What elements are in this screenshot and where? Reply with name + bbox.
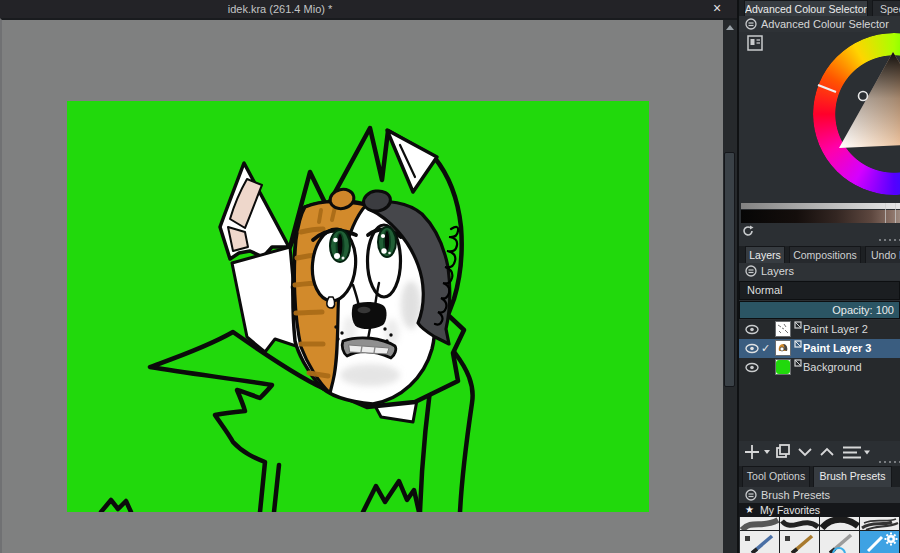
layer-badge-icon [794, 321, 802, 329]
triangle-cursor [859, 92, 868, 101]
brush-preset[interactable] [820, 531, 860, 553]
brush-preset[interactable] [740, 517, 780, 531]
properties-dropdown-icon[interactable] [864, 451, 870, 455]
docker-lock-icon [745, 18, 757, 30]
blend-mode-select[interactable]: Normal [739, 281, 900, 300]
shade-strip-light[interactable] [741, 203, 900, 209]
layer-row[interactable]: Background [739, 358, 900, 377]
brush-preset[interactable] [780, 517, 820, 531]
canvas-viewport[interactable] [0, 18, 723, 553]
visibility-eye-icon[interactable] [745, 343, 759, 354]
brush-preset-selected[interactable] [860, 531, 900, 553]
layer-thumbnail[interactable] [775, 359, 791, 375]
move-layer-down-icon[interactable] [799, 449, 811, 455]
brush-preset[interactable] [740, 531, 780, 553]
layer-badge-icon [794, 340, 802, 348]
add-layer-icon[interactable] [745, 445, 759, 459]
splitter-handle[interactable] [879, 239, 900, 241]
scrollbar-thumb[interactable] [724, 152, 735, 387]
layers-docker-header: Layers [739, 263, 900, 280]
canvas-artwork[interactable] [67, 101, 649, 512]
tab-tool-options[interactable]: Tool Options [742, 466, 810, 487]
layer-name: Background [803, 361, 862, 373]
strip-marker [885, 203, 886, 223]
window-title: idek.kra (261.4 Mio) * [160, 3, 400, 15]
layer-thumbnail[interactable] [775, 321, 791, 337]
visibility-eye-icon[interactable] [745, 324, 759, 335]
move-layer-up-icon[interactable] [821, 449, 833, 455]
brush-docker-header: Brush Presets [739, 487, 900, 503]
tab-undo-history[interactable]: Undo History [865, 246, 900, 263]
layer-name: Paint Layer 3 [803, 342, 871, 354]
layers-docker-tabbar: Layers Compositions Undo History [739, 246, 900, 263]
ring-cursor [818, 85, 836, 92]
checkmark-icon: ✓ [761, 342, 770, 355]
layer-properties-icon[interactable] [843, 448, 861, 458]
visibility-eye-icon[interactable] [745, 362, 759, 373]
title-bar[interactable]: idek.kra (261.4 Mio) * × [0, 0, 737, 18]
layer-thumbnail[interactable] [775, 340, 791, 356]
artwork-drawing [67, 101, 649, 512]
brush-preset[interactable] [780, 531, 820, 553]
shade-strip-dark[interactable] [741, 210, 900, 223]
duplicate-layer-icon2[interactable] [780, 445, 789, 454]
layer-row[interactable]: Paint Layer 2 [739, 320, 900, 339]
right-dock-panel: Advanced Colour Selector Specific Color … [737, 0, 900, 553]
color-docker-title: Advanced Colour Selector [761, 18, 889, 30]
tab-compositions[interactable]: Compositions [789, 246, 861, 263]
layer-badge-icon [794, 359, 802, 367]
add-layer-dropdown-icon[interactable] [764, 450, 770, 454]
tab-advanced-colour-selector[interactable]: Advanced Colour Selector [744, 0, 868, 16]
color-docker-header: Advanced Colour Selector [739, 16, 900, 32]
layer-list: Paint Layer 2 ✓ [739, 320, 900, 441]
brush-preset-grid [739, 517, 900, 553]
opacity-slider[interactable]: Opacity: 100 [739, 301, 900, 319]
color-docker-tabbar: Advanced Colour Selector Specific Color … [739, 0, 900, 16]
docker-lock-icon [745, 489, 757, 501]
brush-tag-select[interactable]: ★ My Favorites [739, 503, 900, 517]
scroll-up-icon[interactable] [726, 25, 734, 30]
docker-lock-icon [745, 265, 757, 277]
brush-docker-tabbar: Tool Options Brush Presets [739, 466, 900, 487]
brush-preset[interactable] [860, 517, 900, 531]
strip-marker [895, 203, 896, 223]
layer-row-selected[interactable]: ✓ Paint Layer 3 [739, 339, 900, 358]
star-icon: ★ [745, 504, 754, 515]
tab-specific-color-selector[interactable]: Specific Color Selector [872, 0, 900, 16]
layers-docker-title: Layers [761, 265, 794, 277]
color-triangle[interactable] [813, 33, 900, 195]
tab-layers[interactable]: Layers [745, 246, 785, 263]
brush-tag-label: My Favorites [760, 504, 820, 516]
splitter-handle[interactable] [879, 461, 900, 463]
tab-brush-presets[interactable]: Brush Presets [813, 466, 892, 487]
refresh-icon[interactable] [741, 224, 755, 238]
selector-settings-icon[interactable] [747, 35, 763, 51]
canvas-vscrollbar[interactable] [723, 18, 737, 553]
layer-name: Paint Layer 2 [803, 323, 868, 335]
layer-toolbar [739, 441, 900, 465]
close-button[interactable]: × [704, 0, 730, 18]
brush-docker-title: Brush Presets [761, 489, 830, 501]
brush-preset[interactable] [820, 517, 860, 531]
